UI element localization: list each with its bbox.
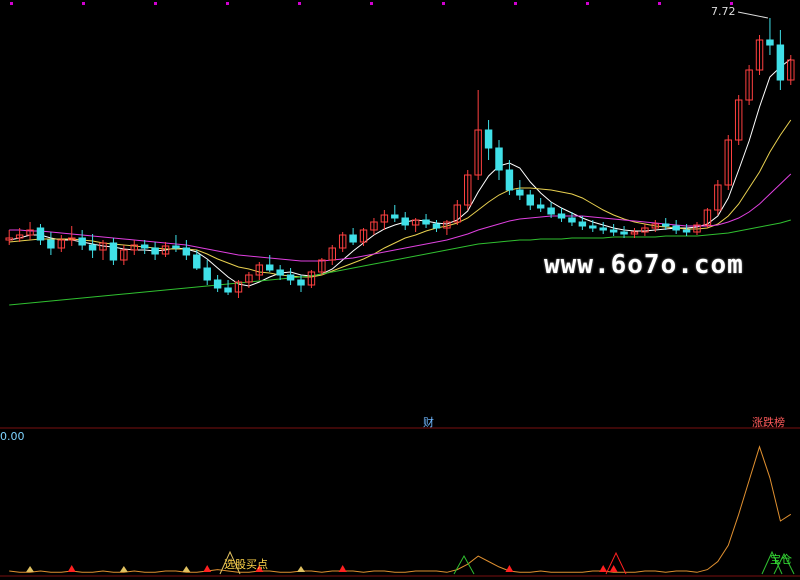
small-signal-marker (26, 566, 35, 572)
high-price-pointer (737, 11, 769, 19)
candle-down (557, 213, 566, 219)
candle-down (391, 214, 399, 219)
grid-dot (586, 2, 589, 5)
candle-down (484, 129, 493, 149)
candle-down (589, 225, 597, 229)
bao-cang-annotation: 宝仓 (770, 553, 792, 566)
candle-down (578, 221, 587, 227)
candle-down (172, 245, 180, 249)
grid-dot (658, 2, 661, 5)
candle-down (224, 287, 232, 293)
candle-down (495, 147, 503, 171)
candle-down (662, 223, 670, 227)
grid-dot (82, 2, 85, 5)
candle-down (536, 204, 545, 209)
candle-down (109, 242, 118, 261)
candle-down (266, 264, 274, 271)
finance-marker[interactable]: 财 (423, 414, 434, 430)
candle-down (140, 244, 149, 249)
candle-down (422, 219, 430, 225)
candle-down (276, 269, 284, 276)
buy-signal-marker (599, 565, 608, 572)
small-signal-marker (182, 566, 191, 572)
price-high-label: 7.72 (711, 5, 736, 18)
candle-down (182, 247, 191, 256)
candle-down (516, 189, 524, 196)
buy-signal-marker (505, 565, 514, 572)
candle-down (36, 227, 45, 241)
candle-down (151, 247, 159, 255)
small-signal-marker (119, 566, 128, 572)
candle-down (609, 229, 618, 233)
candle-down (286, 274, 295, 281)
watermark-text: www.6o7o.com (544, 250, 744, 280)
rise-fall-ranking-marker[interactable]: 涨跌榜 (752, 414, 785, 430)
grid-dot (370, 2, 373, 5)
candle-down (682, 229, 691, 233)
candle-down (203, 267, 211, 281)
grid-dot (154, 2, 157, 5)
candle-down (599, 227, 607, 231)
candle-down (193, 254, 201, 269)
stock-buy-point-annotation: 选股买点 (224, 558, 268, 571)
candle-down (78, 237, 86, 246)
grid-dot (442, 2, 445, 5)
candle-down (349, 234, 357, 243)
grid-dot (298, 2, 301, 5)
buy-signal-marker (203, 565, 212, 572)
grid-dot (10, 2, 13, 5)
kline-chart-window: www.6o7o.com 7.72 0.00 财 涨跌榜 选股买点 宝仓 (0, 0, 800, 580)
indicator-line (9, 445, 792, 573)
candle-down (297, 279, 305, 286)
buy-signal-marker (338, 565, 347, 572)
chart-canvas[interactable] (0, 0, 800, 580)
candle-down (213, 279, 222, 289)
candle-down (547, 207, 555, 215)
candle-down (526, 194, 534, 206)
green-signal-outline (453, 554, 475, 575)
candle-down (766, 39, 774, 46)
candle-down (88, 244, 97, 251)
grid-dot (226, 2, 229, 5)
candle-down (505, 169, 514, 191)
candle-down (672, 225, 680, 231)
candle-down (47, 239, 55, 249)
candle-down (620, 231, 628, 235)
ma-line-ma20 (9, 173, 792, 262)
candle-down (432, 223, 441, 229)
buy-signal-marker (609, 565, 618, 572)
candle-down (568, 217, 576, 223)
indicator-zero-label: 0.00 (0, 430, 25, 443)
candle-down (776, 44, 785, 81)
grid-dot (514, 2, 517, 5)
candle-down (401, 217, 409, 226)
buy-signal-marker (67, 565, 76, 572)
small-signal-marker (297, 566, 305, 572)
